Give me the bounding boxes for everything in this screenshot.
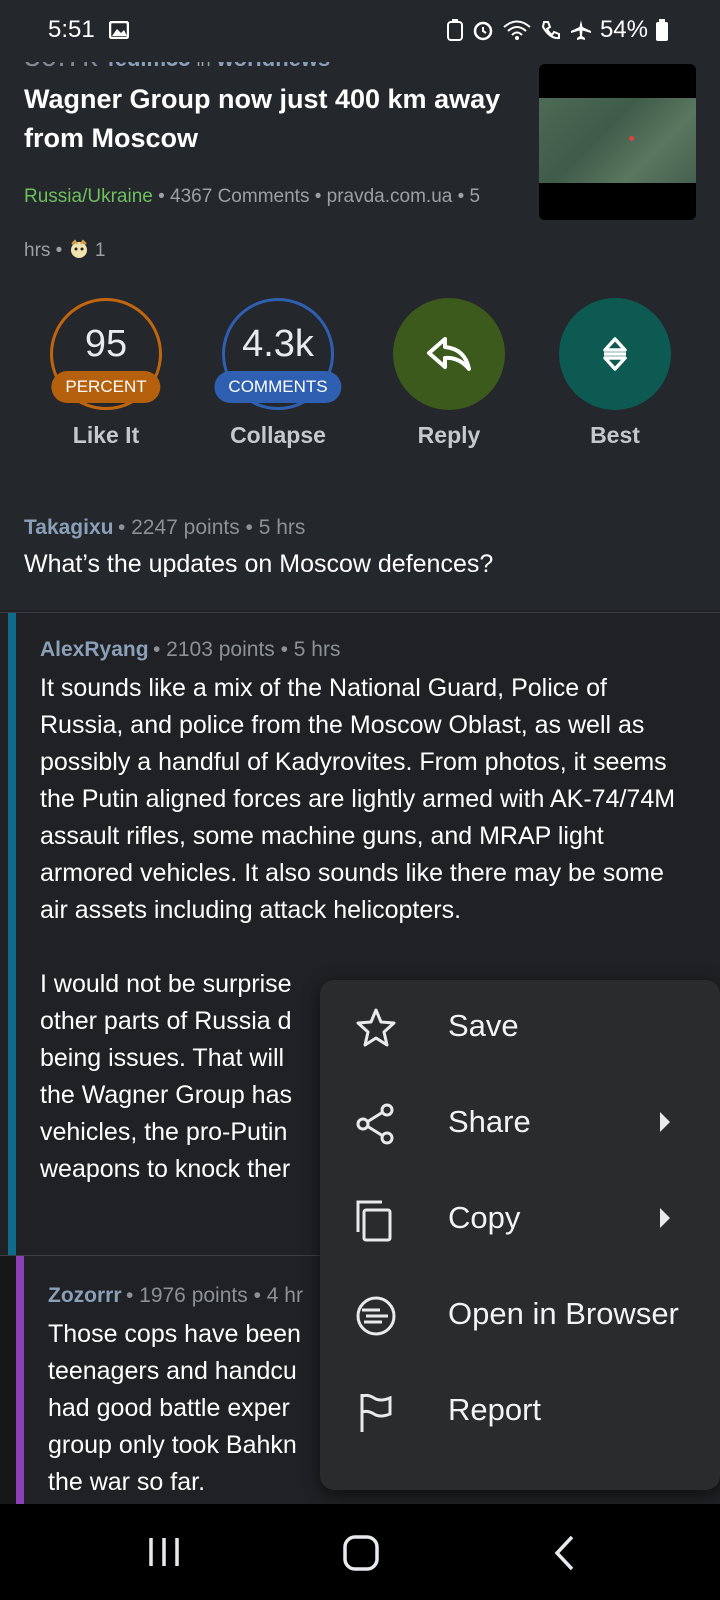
- comment-top-level[interactable]: Takagixu • 2247 points • 5 hrs What’s th…: [24, 516, 704, 583]
- menu-item-label: Save: [448, 1008, 519, 1043]
- recent-apps-icon[interactable]: [146, 1534, 182, 1570]
- flag-icon: [360, 1393, 392, 1432]
- clock-text: 5:51: [48, 16, 95, 43]
- battery-icon: [656, 19, 668, 41]
- thread-indent-bar-blue: [8, 613, 16, 1255]
- reply-icon: [427, 337, 471, 371]
- menu-item-open-in-browser[interactable]: Open in Browser: [320, 1268, 720, 1364]
- comments-count-value: 4.3k: [242, 322, 314, 365]
- comment-meta: • 1976 points • 4 hr: [125, 1284, 303, 1307]
- submenu-arrow-icon: [660, 1208, 670, 1228]
- best-label: Best: [590, 422, 640, 448]
- menu-item-share[interactable]: Share: [320, 1076, 720, 1172]
- comment-meta: • 2247 points • 5 hrs: [117, 516, 306, 539]
- like-it-label: Like It: [72, 422, 140, 448]
- post-flair: Russia/Ukraine: [24, 186, 153, 207]
- reply-button[interactable]: Reply: [389, 298, 509, 449]
- battery-saver-icon: [446, 19, 463, 41]
- post-award-count: 1: [94, 240, 106, 261]
- back-icon[interactable]: [552, 1534, 578, 1572]
- reply-label: Reply: [417, 422, 481, 448]
- like-it-button[interactable]: 95 PERCENT Like It: [46, 298, 166, 449]
- comment-body-paragraph-1: It sounds like a mix of the National Gua…: [40, 674, 676, 924]
- airplane-mode-icon: [570, 20, 591, 40]
- thread-indent-bar-purple: [16, 1256, 24, 1504]
- collapse-button[interactable]: 4.3k COMMENTS Collapse: [214, 298, 342, 449]
- reply-circle[interactable]: [393, 298, 505, 410]
- best-sort-button[interactable]: Best: [555, 298, 675, 449]
- sort-icon: [603, 337, 627, 371]
- post-time-meta: hrs •: [24, 240, 63, 261]
- wifi-calling-icon: [503, 20, 531, 40]
- post-actions: 95 PERCENT Like It 4.3k COMMENTS Collaps…: [0, 298, 720, 458]
- post-thumbnail[interactable]: [539, 64, 696, 220]
- menu-item-report[interactable]: Report: [320, 1364, 720, 1460]
- comment-context-menu: Save Share Copy Open in Browser Report: [320, 980, 720, 1490]
- share-icon: [356, 1103, 394, 1145]
- submenu-arrow-icon: [660, 1112, 670, 1132]
- award-icon: [70, 239, 87, 258]
- volte-call-icon: [541, 21, 560, 40]
- home-icon[interactable]: [342, 1534, 380, 1572]
- post-meta: Russia/Ukraine • 4367 Comments • pravda.…: [24, 170, 514, 278]
- percent-pill: PERCENT: [51, 371, 161, 403]
- menu-item-save[interactable]: Save: [320, 980, 720, 1076]
- battery-percent: 54%: [599, 16, 648, 43]
- menu-item-label: Report: [448, 1392, 542, 1427]
- thread-indent-spacer: [0, 1256, 16, 1504]
- comments-pill: COMMENTS: [214, 371, 342, 403]
- gallery-icon: [109, 20, 130, 40]
- system-navigation-bar: [0, 1504, 720, 1600]
- map-marker: [629, 136, 634, 141]
- upvote-percent-value: 95: [84, 322, 128, 365]
- menu-item-label: Open in Browser: [448, 1296, 679, 1331]
- status-icons: 54%: [446, 16, 668, 44]
- map-thumbnail-image: [539, 98, 696, 183]
- alarm-icon: [473, 21, 493, 41]
- comment-author[interactable]: Zozorrr: [48, 1284, 122, 1307]
- post-title[interactable]: Wagner Group now just 400 km away from M…: [24, 80, 514, 158]
- sort-circle[interactable]: [559, 298, 671, 410]
- star-icon: [356, 1008, 396, 1047]
- menu-item-label: Copy: [448, 1200, 521, 1235]
- comment-meta: • 2103 points • 5 hrs: [153, 638, 341, 661]
- browser-icon: [356, 1296, 396, 1336]
- status-time: 5:51: [48, 16, 130, 44]
- comment-author[interactable]: AlexRyang: [40, 638, 149, 661]
- status-bar: 5:51 54%: [0, 0, 720, 62]
- comment-body: What’s the updates on Moscow defences?: [24, 550, 494, 578]
- menu-item-copy[interactable]: Copy: [320, 1172, 720, 1268]
- post-comments-meta: • 4367 Comments • pravda.com.ua • 5: [158, 186, 481, 207]
- comments-ring[interactable]: 4.3k COMMENTS: [214, 298, 342, 410]
- collapse-label: Collapse: [230, 422, 326, 448]
- menu-item-label: Share: [448, 1104, 531, 1139]
- comment-author[interactable]: Takagixu: [24, 516, 113, 539]
- copy-icon: [356, 1200, 392, 1242]
- upvote-ring[interactable]: 95 PERCENT: [50, 298, 162, 410]
